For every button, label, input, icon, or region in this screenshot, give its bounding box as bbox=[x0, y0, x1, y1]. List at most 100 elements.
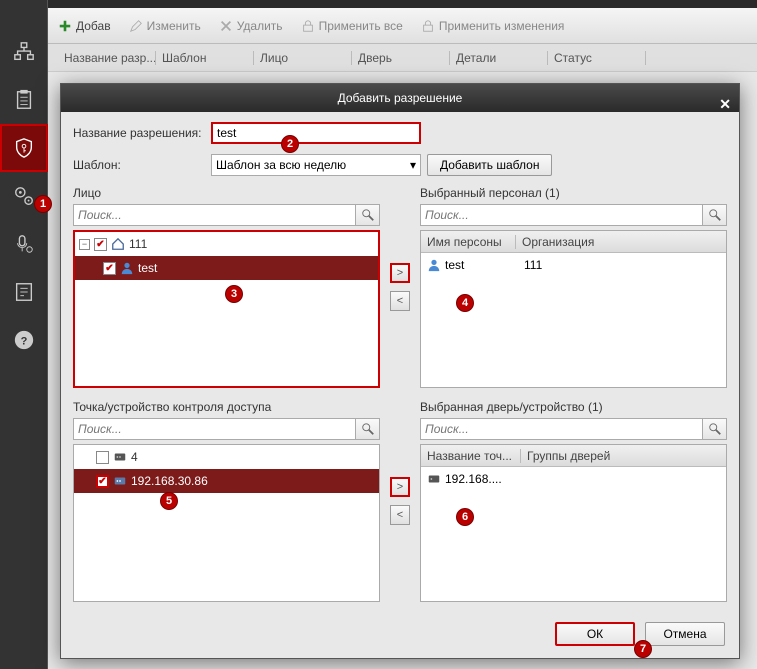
delete-label: Удалить bbox=[237, 19, 283, 33]
device-icon bbox=[113, 450, 127, 464]
device2-label: 192.168.30.86 bbox=[131, 474, 208, 488]
sidebar-item-help[interactable]: ? bbox=[0, 316, 48, 364]
device1-checkbox[interactable] bbox=[96, 451, 109, 464]
device-section-label: Точка/устройство контроля доступа bbox=[73, 400, 380, 414]
close-icon[interactable]: ✕ bbox=[719, 90, 731, 118]
person-search-input[interactable] bbox=[73, 204, 356, 226]
org-label: 111 bbox=[129, 237, 147, 251]
selected-device-search-button[interactable] bbox=[703, 418, 727, 440]
ok-button[interactable]: ОК bbox=[555, 622, 635, 646]
badge-3: 3 bbox=[225, 285, 243, 303]
topology-icon bbox=[13, 41, 35, 63]
delete-icon bbox=[219, 19, 233, 33]
device1-label: 4 bbox=[131, 450, 138, 464]
badge-4: 4 bbox=[456, 294, 474, 312]
col-door[interactable]: Дверь bbox=[352, 51, 450, 65]
org-checkbox[interactable] bbox=[94, 238, 107, 251]
badge-7: 7 bbox=[634, 640, 652, 658]
th-person-name[interactable]: Имя персоны bbox=[421, 235, 516, 249]
device-icon bbox=[427, 472, 441, 486]
template-select[interactable]: Шаблон за всю неделю ▾ bbox=[211, 154, 421, 176]
col-details[interactable]: Детали bbox=[450, 51, 548, 65]
person-tree[interactable]: − 111 test bbox=[73, 230, 380, 388]
edit-label: Изменить bbox=[147, 19, 201, 33]
selected-person-search-button[interactable] bbox=[703, 204, 727, 226]
device-row-1[interactable]: 4 bbox=[74, 445, 379, 469]
collapse-icon[interactable]: − bbox=[79, 239, 90, 250]
shield-key-icon bbox=[13, 137, 35, 159]
clipboard-icon bbox=[13, 89, 35, 111]
apply-all-label: Применить все bbox=[319, 19, 403, 33]
selected-device-search-input[interactable] bbox=[420, 418, 703, 440]
delete-button[interactable]: Удалить bbox=[219, 19, 283, 33]
move-right-person-button[interactable]: > bbox=[390, 263, 410, 283]
template-value: Шаблон за всю неделю bbox=[216, 158, 346, 172]
col-person[interactable]: Лицо bbox=[254, 51, 352, 65]
help-icon: ? bbox=[13, 329, 35, 351]
mic-gear-icon bbox=[13, 233, 35, 255]
cell-person: test bbox=[445, 258, 520, 272]
add-button[interactable]: Добав bbox=[58, 19, 111, 33]
cancel-button[interactable]: Отмена bbox=[645, 622, 725, 646]
search-icon bbox=[708, 422, 722, 436]
th-groups[interactable]: Группы дверей bbox=[521, 449, 726, 463]
move-right-device-button[interactable]: > bbox=[390, 477, 410, 497]
badge-6: 6 bbox=[456, 508, 474, 526]
selected-device-label: Выбранная дверь/устройство (1) bbox=[420, 400, 727, 414]
sidebar-item-clipboard[interactable] bbox=[0, 76, 48, 124]
person-label: test bbox=[138, 261, 157, 275]
apply-changes-label: Применить изменения bbox=[439, 19, 565, 33]
org-row[interactable]: − 111 bbox=[75, 232, 378, 256]
chevron-down-icon: ▾ bbox=[410, 158, 416, 172]
person-icon bbox=[427, 258, 441, 272]
sidebar-item-mic[interactable] bbox=[0, 220, 48, 268]
selected-device-row[interactable]: 192.168.... bbox=[421, 467, 726, 491]
device-icon bbox=[113, 474, 127, 488]
home-icon bbox=[111, 237, 125, 251]
th-org[interactable]: Организация bbox=[516, 235, 726, 249]
search-icon bbox=[361, 422, 375, 436]
device-search-button[interactable] bbox=[356, 418, 380, 440]
person-checkbox[interactable] bbox=[103, 262, 116, 275]
column-headers: Название разр... Шаблон Лицо Дверь Детал… bbox=[48, 44, 757, 72]
apply-changes-button[interactable]: Применить изменения bbox=[421, 19, 565, 33]
name-label: Название разрешения: bbox=[73, 126, 205, 140]
selected-person-search-input[interactable] bbox=[420, 204, 703, 226]
apply-all-button[interactable]: Применить все bbox=[301, 19, 403, 33]
badge-5: 5 bbox=[160, 492, 178, 510]
template-label: Шаблон: bbox=[73, 158, 205, 172]
sidebar-item-report[interactable] bbox=[0, 268, 48, 316]
gear-icon bbox=[13, 185, 35, 207]
add-template-button[interactable]: Добавить шаблон bbox=[427, 154, 552, 176]
permission-name-input[interactable] bbox=[211, 122, 421, 144]
lock-icon bbox=[421, 19, 435, 33]
left-sidebar: ? bbox=[0, 0, 48, 669]
badge-1: 1 bbox=[34, 195, 52, 213]
person-row[interactable]: test bbox=[75, 256, 378, 280]
toolbar: Добав Изменить Удалить Применить все При… bbox=[48, 8, 757, 44]
device2-checkbox[interactable] bbox=[96, 475, 109, 488]
col-template[interactable]: Шаблон bbox=[156, 51, 254, 65]
move-left-person-button[interactable]: < bbox=[390, 291, 410, 311]
cell-org: 111 bbox=[524, 258, 542, 272]
col-status[interactable]: Статус bbox=[548, 51, 646, 65]
device-tree[interactable]: 4 192.168.30.86 bbox=[73, 444, 380, 602]
sidebar-item-topology[interactable] bbox=[0, 28, 48, 76]
th-point[interactable]: Название точ... bbox=[421, 449, 521, 463]
dialog-titlebar[interactable]: Добавить разрешение ✕ bbox=[61, 84, 739, 112]
plus-icon bbox=[58, 19, 72, 33]
report-icon bbox=[13, 281, 35, 303]
move-left-device-button[interactable]: < bbox=[390, 505, 410, 525]
sidebar-item-access[interactable] bbox=[0, 124, 48, 172]
add-permission-dialog: Добавить разрешение ✕ Название разрешени… bbox=[60, 83, 740, 659]
edit-icon bbox=[129, 19, 143, 33]
selected-person-row[interactable]: test 111 bbox=[421, 253, 726, 277]
add-label: Добав bbox=[76, 19, 111, 33]
person-search-button[interactable] bbox=[356, 204, 380, 226]
device-row-2[interactable]: 192.168.30.86 bbox=[74, 469, 379, 493]
device-search-input[interactable] bbox=[73, 418, 356, 440]
cell-device: 192.168.... bbox=[445, 472, 502, 486]
col-name[interactable]: Название разр... bbox=[58, 51, 156, 65]
person-section-label: Лицо bbox=[73, 186, 380, 200]
edit-button[interactable]: Изменить bbox=[129, 19, 201, 33]
